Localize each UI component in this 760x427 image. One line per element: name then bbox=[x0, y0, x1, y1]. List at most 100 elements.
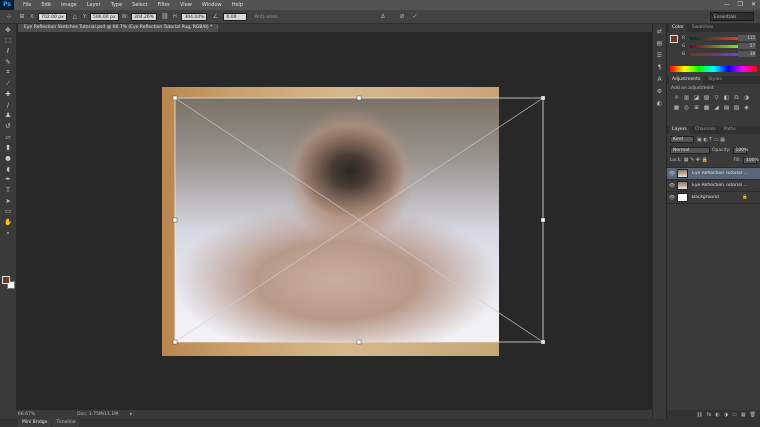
close-window-icon[interactable]: ✕ bbox=[751, 0, 756, 10]
angle-field[interactable]: 0.00 bbox=[223, 12, 248, 21]
adjustment-11-icon[interactable]: ▩ bbox=[703, 105, 710, 112]
pen-tool-icon[interactable]: ✒ bbox=[2, 175, 14, 184]
foreground-color-swatch[interactable] bbox=[2, 276, 10, 284]
canvas-area[interactable] bbox=[18, 32, 652, 410]
height-field[interactable]: 304.04% bbox=[181, 12, 208, 21]
color-spectrum[interactable] bbox=[670, 66, 757, 72]
visibility-eye-icon[interactable]: 👁 bbox=[667, 183, 677, 189]
new-group-icon[interactable]: ▭ bbox=[732, 412, 737, 418]
properties-icon[interactable]: ☰ bbox=[655, 51, 665, 60]
eraser-tool-icon[interactable]: ▱ bbox=[2, 133, 14, 142]
handle-top-right[interactable] bbox=[540, 95, 546, 101]
delete-layer-icon[interactable]: 🗑 bbox=[750, 412, 756, 418]
menu-window[interactable]: Window bbox=[197, 0, 227, 10]
blue-value[interactable]: 38 bbox=[738, 51, 756, 57]
red-track[interactable] bbox=[690, 36, 742, 40]
zoom-tool-icon[interactable]: ⌕ bbox=[2, 229, 14, 238]
history-icon[interactable]: ⇄ bbox=[655, 27, 665, 36]
menu-help[interactable]: Help bbox=[227, 0, 248, 10]
adjustment-1-icon[interactable]: ▥ bbox=[683, 95, 690, 102]
new-layer-icon[interactable]: ▦ bbox=[741, 412, 746, 418]
adjustment-7-icon[interactable]: ◑ bbox=[743, 95, 750, 102]
document-tab[interactable]: Eye Reflection Sketches Tutorial.psd @ 6… bbox=[18, 24, 218, 32]
quick-select-tool-icon[interactable]: ✎ bbox=[2, 58, 14, 67]
layer-style-icon[interactable]: fx bbox=[707, 412, 712, 418]
green-track[interactable] bbox=[690, 44, 742, 48]
minimize-icon[interactable]: — bbox=[724, 0, 730, 10]
layer-filter-kind[interactable]: Kind bbox=[670, 136, 694, 143]
menu-edit[interactable]: Edit bbox=[36, 0, 56, 10]
fill-field[interactable]: 100% bbox=[743, 156, 759, 164]
crop-tool-icon[interactable]: ⌗ bbox=[2, 68, 14, 77]
adjustment-4-icon[interactable]: ▽ bbox=[713, 95, 720, 102]
brush-presets-icon[interactable]: ◐ bbox=[655, 99, 665, 108]
blur-tool-icon[interactable]: ● bbox=[2, 154, 14, 163]
color-swatches[interactable] bbox=[2, 276, 16, 290]
tab-adjustments[interactable]: Adjustments bbox=[669, 76, 704, 84]
character-icon[interactable]: A bbox=[655, 75, 665, 84]
tab-styles[interactable]: Styles bbox=[705, 76, 725, 84]
handle-bottom-right[interactable] bbox=[540, 339, 546, 345]
status-menu-arrow-icon[interactable]: ▸ bbox=[130, 412, 132, 417]
adjustment-8-icon[interactable]: ▦ bbox=[673, 105, 680, 112]
paragraph-icon[interactable]: ¶ bbox=[655, 63, 665, 72]
menu-layer[interactable]: Layer bbox=[82, 0, 106, 10]
eyedropper-tool-icon[interactable]: ⁄ bbox=[2, 79, 14, 88]
adjustment-3-icon[interactable]: ▨ bbox=[703, 95, 710, 102]
red-value[interactable]: 115 bbox=[738, 35, 756, 41]
layer-row[interactable]: 👁 Eye Reflection Tutorial ... bbox=[667, 180, 760, 192]
free-transform-box[interactable] bbox=[18, 32, 652, 410]
tab-mini-bridge[interactable]: Mini Bridge bbox=[18, 419, 52, 427]
actions-icon[interactable]: ▤ bbox=[655, 39, 665, 48]
adjustment-2-icon[interactable]: ◪ bbox=[693, 95, 700, 102]
history-brush-tool-icon[interactable]: ↺ bbox=[2, 122, 14, 131]
handle-middle-right[interactable] bbox=[540, 217, 546, 223]
adjustment-15-icon[interactable]: ◈ bbox=[743, 105, 750, 112]
tab-color[interactable]: Color bbox=[669, 24, 687, 32]
adjustment-6-icon[interactable]: ⚖ bbox=[733, 95, 740, 102]
add-mask-icon[interactable]: ◐ bbox=[715, 412, 719, 418]
tab-swatches[interactable]: Swatches bbox=[689, 24, 717, 32]
close-tab-icon[interactable]: × bbox=[217, 25, 218, 30]
type-tool-icon[interactable]: T bbox=[2, 186, 14, 195]
handle-top-center[interactable] bbox=[356, 95, 362, 101]
commit-transform-icon[interactable]: ✓ bbox=[410, 13, 420, 21]
tab-timeline[interactable]: Timeline bbox=[52, 419, 80, 427]
menu-image[interactable]: Image bbox=[56, 0, 82, 10]
adjustment-9-icon[interactable]: ◎ bbox=[683, 105, 690, 112]
link-icon[interactable]: ⛓ bbox=[160, 13, 170, 21]
menu-view[interactable]: View bbox=[175, 0, 197, 10]
red-slider[interactable]: R 115 bbox=[679, 34, 760, 42]
handle-bottom-left[interactable] bbox=[172, 339, 178, 345]
brush-tool-icon[interactable]: / bbox=[2, 101, 14, 110]
zoom-level[interactable]: 66.67% bbox=[18, 412, 35, 417]
visibility-eye-icon[interactable]: 👁 bbox=[667, 171, 677, 177]
adjustment-14-icon[interactable]: ▧ bbox=[733, 105, 740, 112]
transform-tool-icon[interactable]: ⊹ bbox=[4, 13, 14, 21]
handle-bottom-center[interactable] bbox=[356, 339, 362, 345]
new-adjustment-icon[interactable]: ◑ bbox=[724, 412, 728, 418]
width-field[interactable]: 304.26% bbox=[130, 12, 157, 21]
blend-mode-select[interactable]: Normal bbox=[670, 146, 710, 154]
cancel-transform-icon[interactable]: ⊘ bbox=[397, 13, 407, 21]
tool-presets-icon[interactable]: ⚙ bbox=[655, 87, 665, 96]
adjustment-10-icon[interactable]: ⊞ bbox=[693, 105, 700, 112]
marquee-tool-icon[interactable]: ⬚ bbox=[2, 36, 14, 45]
green-slider[interactable]: G 57 bbox=[679, 42, 760, 50]
path-select-tool-icon[interactable]: ➤ bbox=[2, 197, 14, 206]
tab-channels[interactable]: Channels bbox=[692, 126, 719, 134]
handle-top-left[interactable] bbox=[172, 95, 178, 101]
move-tool-icon[interactable]: ✥ bbox=[2, 26, 14, 35]
layer-row[interactable]: 👁 Eye Reflection Tutorial ... bbox=[667, 168, 760, 180]
menu-select[interactable]: Select bbox=[127, 0, 152, 10]
adjustment-13-icon[interactable]: ▤ bbox=[723, 105, 730, 112]
menu-file[interactable]: File bbox=[18, 0, 36, 10]
green-value[interactable]: 57 bbox=[738, 43, 756, 49]
shape-tool-icon[interactable]: ▭ bbox=[2, 207, 14, 216]
lasso-tool-icon[interactable]: ℓ bbox=[2, 47, 14, 56]
color-panel-fg-swatch[interactable] bbox=[670, 35, 678, 43]
visibility-eye-icon[interactable]: 👁 bbox=[667, 195, 677, 201]
tab-layers[interactable]: Layers bbox=[669, 126, 690, 134]
adjustment-0-icon[interactable]: ☼ bbox=[673, 95, 680, 102]
blue-slider[interactable]: B 38 bbox=[679, 50, 760, 58]
